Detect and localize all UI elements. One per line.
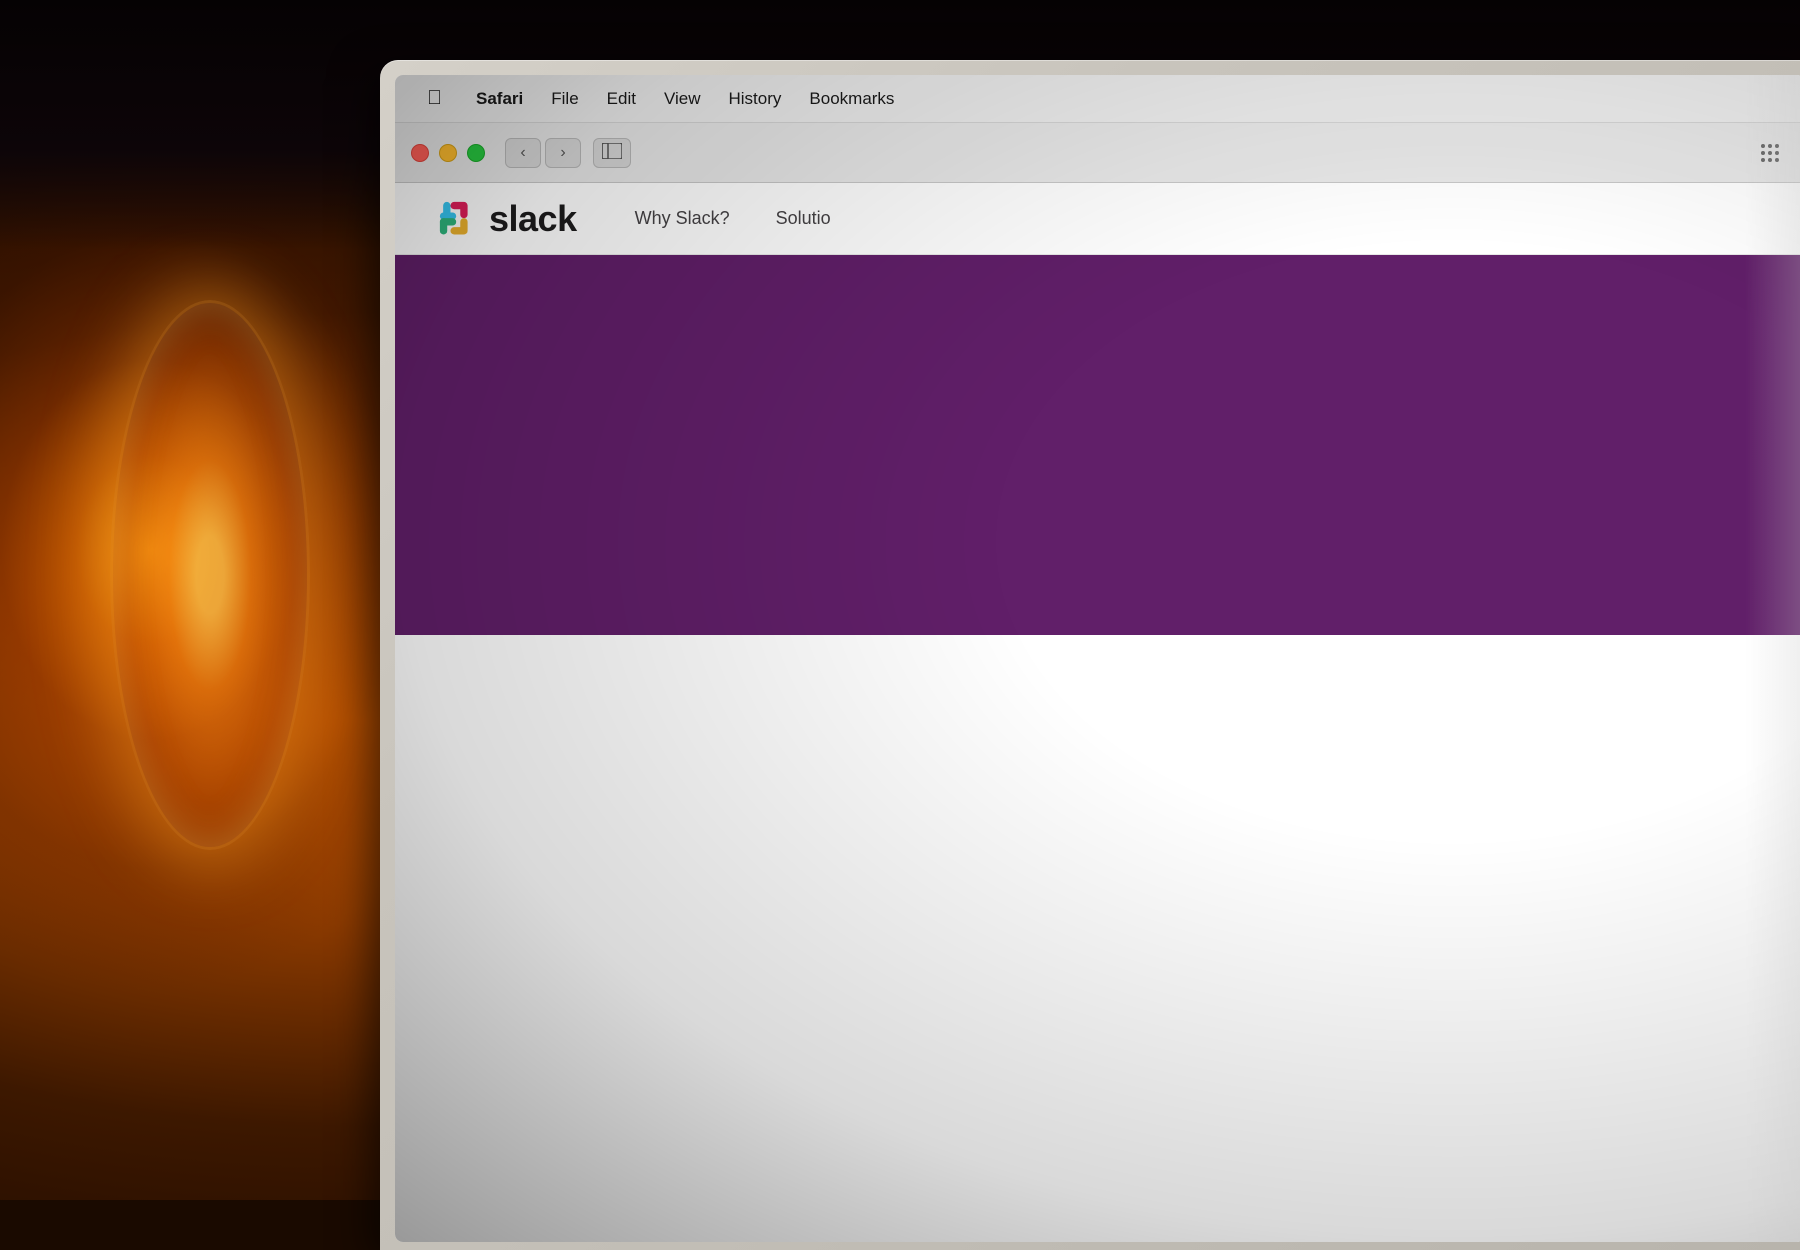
laptop-screen:  Safari File Edit View History Bookmark… [395,75,1800,1242]
menubar-edit[interactable]: Edit [593,85,650,113]
traffic-lights [411,144,485,162]
minimize-button[interactable] [439,144,457,162]
nav-why-slack[interactable]: Why Slack? [627,204,738,233]
nav-buttons: ‹ › [505,138,581,168]
slack-navbar: slack Why Slack? Solutio [395,183,1800,255]
apple-menu[interactable]:  [415,83,454,114]
lamp-filament [110,300,310,850]
menubar-bookmarks[interactable]: Bookmarks [795,85,908,113]
menubar-safari[interactable]: Safari [462,85,537,113]
sidebar-toggle-button[interactable] [593,138,631,168]
menubar-file[interactable]: File [537,85,592,113]
menubar-view[interactable]: View [650,85,715,113]
slack-hero-section [395,255,1800,635]
grid-view-button[interactable] [1751,138,1789,168]
webpage-content: slack Why Slack? Solutio [395,183,1800,1242]
browser-toolbar: ‹ › [395,123,1800,183]
close-button[interactable] [411,144,429,162]
sidebar-toggle-icon [602,143,622,162]
forward-icon: › [560,144,565,162]
slack-logo-icon [435,197,479,241]
laptop-bezel:  Safari File Edit View History Bookmark… [380,60,1800,1250]
menubar-history[interactable]: History [715,85,796,113]
back-button[interactable]: ‹ [505,138,541,168]
forward-button[interactable]: › [545,138,581,168]
macos-menubar:  Safari File Edit View History Bookmark… [395,75,1800,123]
slack-logo[interactable]: slack [435,197,577,241]
nav-solutions[interactable]: Solutio [768,204,839,233]
back-icon: ‹ [520,144,525,162]
slack-wordmark-text: slack [489,198,577,240]
maximize-button[interactable] [467,144,485,162]
lamp-body [80,250,360,950]
